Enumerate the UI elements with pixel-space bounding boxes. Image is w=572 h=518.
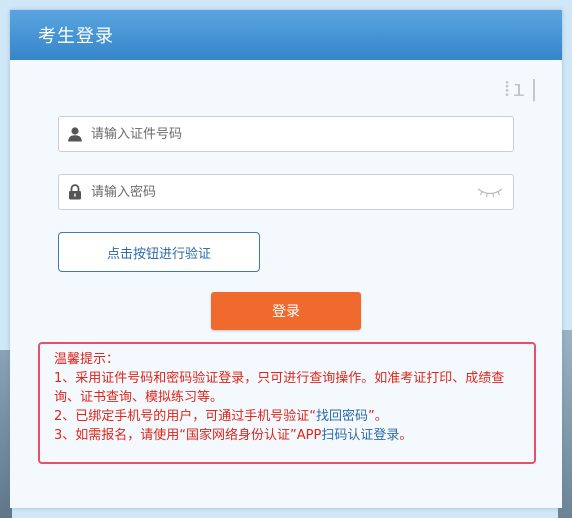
scan-login-link[interactable]: 扫码认证登录 [321,428,399,443]
tips-line-1: 1、采用证件号码和密码验证登录，只可进行查询操作。如准考证打印、成绩查询、证书查… [54,371,505,405]
find-password-link[interactable]: 找回密码 [316,409,368,424]
login-button[interactable]: 登录 [211,292,361,330]
password-input[interactable] [89,177,473,207]
tips-title: 温馨提示： [54,352,120,367]
panel-header: 考生登录 [10,10,562,60]
tips-line-3: 3、如需报名，请使用“国家网络身份认证”APP扫码认证登录。 [54,428,413,443]
verify-button[interactable]: 点击按钮进行验证 [58,232,260,272]
id-number-input[interactable] [89,119,513,149]
password-field[interactable] [58,174,514,210]
background-decoration: ⁞ı| [504,77,543,102]
eye-closed-icon[interactable] [473,186,507,198]
tips-box: 温馨提示： 1、采用证件号码和密码验证登录，只可进行查询操作。如准考证打印、成绩… [38,342,536,464]
user-icon [61,126,89,142]
id-number-field[interactable] [58,116,514,152]
page-title: 考生登录 [38,26,114,47]
lock-icon [61,184,89,200]
tips-line-2: 2、已绑定手机号的用户，可通过手机号验证“找回密码”。 [54,409,388,424]
login-panel: 考生登录 ⁞ı| 请输入证件号码 点击按钮进行验证 登录 温馨提示： 1、采用证… [10,10,562,508]
